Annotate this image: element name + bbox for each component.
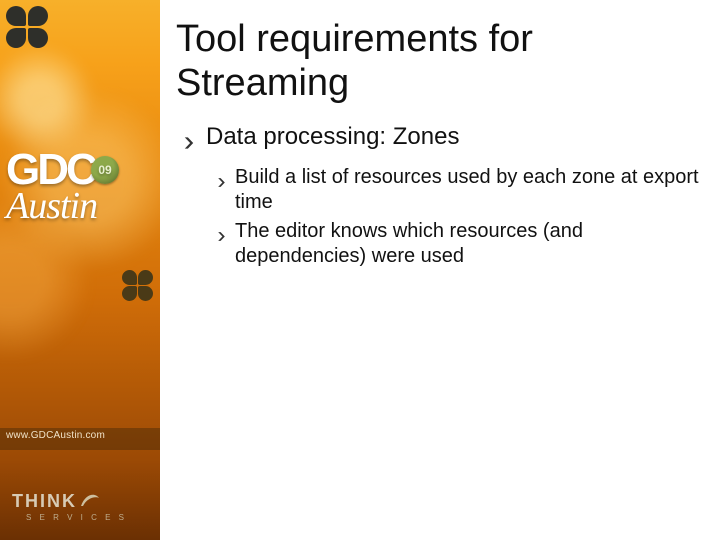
sidebar: GDC 09 Austin www.GDCAustin.com THINK S … (0, 0, 160, 540)
bullet-level2: The editor knows which resources (and de… (216, 219, 706, 269)
bullet-text: The editor knows which resources (and de… (235, 219, 706, 269)
bullet-text: Build a list of resources used by each z… (235, 165, 706, 215)
clover-icon (122, 270, 156, 304)
bullet-level2: Build a list of resources used by each z… (216, 165, 706, 215)
clover-icon (6, 6, 52, 52)
year-badge: 09 (91, 156, 119, 184)
chevron-icon (216, 170, 227, 195)
slide: GDC 09 Austin www.GDCAustin.com THINK S … (0, 0, 720, 540)
gdc-logo-text: GDC (6, 145, 95, 194)
chevron-icon (216, 224, 227, 249)
chevron-icon (182, 129, 196, 157)
gdc-logo: GDC 09 Austin (6, 150, 154, 228)
content-area: Tool requirements for Streaming Data pro… (176, 18, 706, 271)
conference-url: www.GDCAustin.com (6, 430, 105, 441)
sponsor-name: THINK (12, 491, 77, 512)
bullet-text: Data processing: Zones (206, 123, 706, 151)
slide-title: Tool requirements for Streaming (176, 18, 706, 105)
sponsor-logo: THINK S E R V I C E S (12, 490, 127, 522)
bullet-level1: Data processing: Zones (182, 123, 706, 157)
sponsor-subtitle: S E R V I C E S (26, 513, 127, 522)
swoosh-icon (79, 490, 101, 513)
